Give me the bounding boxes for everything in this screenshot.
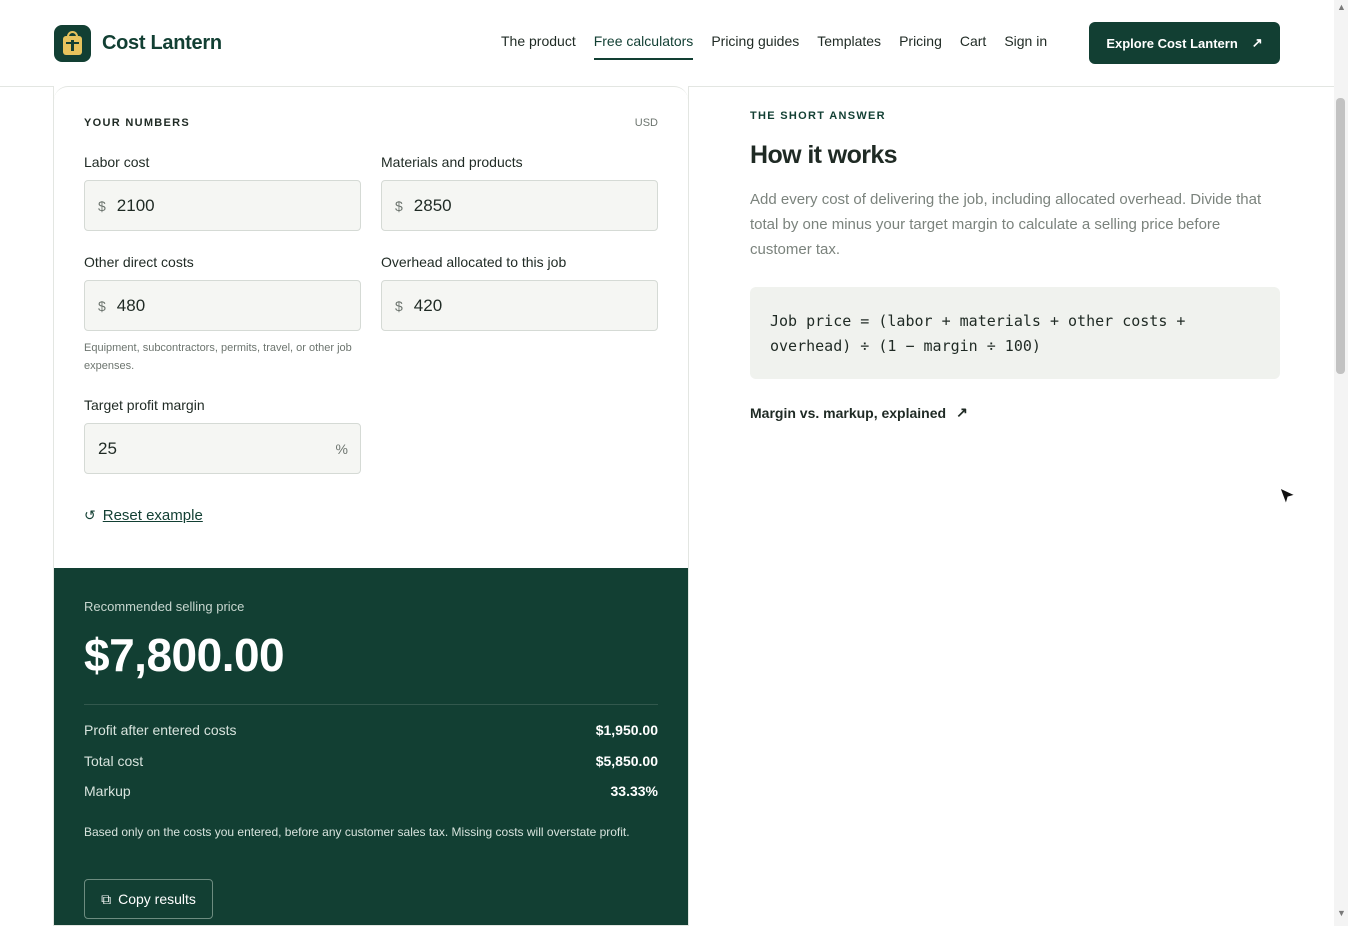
formula-line: overhead) ÷ (1 − margin ÷ 100) — [770, 337, 1041, 355]
result-row: Total cost $5,850.00 — [84, 753, 658, 784]
labor-cost-input[interactable]: $ 2100 — [84, 180, 361, 231]
overhead-field: Overhead allocated to this job $ 420 — [381, 254, 658, 331]
other-direct-costs-value: 480 — [116, 295, 146, 315]
other-costs-help: Equipment, subcontractors, permits, trav… — [84, 342, 352, 372]
reset-label: Reset example — [102, 507, 203, 524]
scrollbar-thumb[interactable] — [1336, 98, 1345, 374]
explainer-body: Add every cost of delivering the job, in… — [750, 191, 1262, 258]
currency-label: USD — [634, 117, 658, 129]
other-direct-costs-label: Other direct costs — [84, 254, 194, 270]
brand-logo[interactable]: Cost Lantern — [54, 25, 222, 62]
labor-cost-value: 2100 — [116, 195, 155, 215]
copy-results-button[interactable]: ⧉ Copy results — [84, 879, 213, 919]
result-rows: Profit after entered costs $1,950.00 Tot… — [84, 722, 658, 814]
overhead-value: 420 — [413, 295, 443, 315]
copy-results-label: Copy results — [118, 891, 196, 907]
target-margin-value: 25 — [98, 438, 117, 458]
overhead-label: Overhead allocated to this job — [381, 254, 567, 270]
result-label: Recommended selling price — [84, 599, 245, 614]
materials-value: 2850 — [413, 195, 452, 215]
percent-suffix: % — [335, 440, 348, 457]
result-row: Markup 33.33% — [84, 783, 658, 814]
materials-field: Materials and products $ 2850 — [381, 154, 658, 231]
nav-sign-in[interactable]: Sign in — [1004, 33, 1047, 60]
dollar-prefix: $ — [395, 297, 403, 314]
target-margin-field: Target profit margin 25 % — [84, 397, 361, 474]
dollar-prefix: $ — [98, 297, 106, 314]
scroll-down-icon[interactable]: ▼ — [1337, 908, 1346, 918]
labor-cost-label: Labor cost — [84, 154, 150, 170]
materials-label: Materials and products — [381, 154, 523, 170]
recommended-price: $7,800.00 — [84, 629, 285, 681]
lantern-logo-icon — [54, 25, 91, 62]
faded-banner — [54, 4, 734, 18]
main-nav: The product Free calculators Pricing gui… — [501, 33, 1065, 60]
page-scrollbar[interactable]: ▲ ▼ — [1334, 0, 1348, 926]
reset-example-link[interactable]: ↺ Reset example — [84, 507, 203, 524]
target-margin-label: Target profit margin — [84, 397, 205, 413]
result-row-value: $5,850.00 — [595, 752, 658, 769]
inputs-panel: YOUR NUMBERS USD Labor cost $ 2100 Mater… — [54, 86, 688, 568]
formula-line: Job price = (labor + materials + other c… — [770, 312, 1186, 330]
result-panel: Recommended selling price $7,800.00 Prof… — [54, 568, 688, 925]
result-row-label: Profit after entered costs — [84, 722, 237, 738]
explainer-title: How it works — [750, 141, 898, 169]
other-direct-costs-field: Other direct costs $ 480 — [84, 254, 361, 331]
margin-vs-markup-label: Margin vs. markup, explained — [750, 404, 947, 421]
result-row-label: Total cost — [84, 752, 144, 769]
labor-cost-field: Labor cost $ 2100 — [84, 154, 361, 231]
scroll-up-icon[interactable]: ▲ — [1337, 2, 1346, 12]
margin-vs-markup-link[interactable]: Margin vs. markup, explained ↗ — [750, 404, 1280, 421]
calculator-card: YOUR NUMBERS USD Labor cost $ 2100 Mater… — [53, 86, 689, 926]
nav-templates[interactable]: Templates — [817, 33, 881, 60]
result-row-label: Markup — [84, 783, 131, 799]
explainer-panel: THE SHORT ANSWER How it works Add every … — [750, 110, 1280, 421]
result-divider — [84, 704, 658, 705]
site-header: Cost Lantern The product Free calculator… — [0, 0, 1334, 87]
result-row-value: $1,950.00 — [595, 722, 658, 738]
nav-cart[interactable]: Cart — [960, 33, 986, 60]
cta-label: Explore Cost Lantern — [1106, 35, 1238, 51]
nav-pricing-guides[interactable]: Pricing guides — [711, 33, 799, 60]
nav-pricing[interactable]: Pricing — [899, 33, 942, 60]
copy-icon: ⧉ — [101, 890, 112, 907]
nav-free-calculators[interactable]: Free calculators — [593, 33, 694, 60]
target-margin-input[interactable]: 25 % — [84, 423, 361, 474]
result-row-value: 33.33% — [610, 783, 658, 799]
overhead-input[interactable]: $ 420 — [381, 280, 658, 331]
brand-name: Cost Lantern — [102, 32, 222, 54]
result-row: Profit after entered costs $1,950.00 — [84, 722, 658, 753]
mouse-cursor-icon — [1279, 487, 1297, 506]
dollar-prefix: $ — [395, 197, 403, 214]
nav-the-product[interactable]: The product — [501, 33, 576, 60]
other-direct-costs-input[interactable]: $ 480 — [84, 280, 361, 331]
arrow-up-right-icon: ↗ — [1251, 35, 1263, 50]
section-label: YOUR NUMBERS — [84, 117, 191, 129]
dollar-prefix: $ — [98, 197, 106, 214]
result-note: Based only on the costs you entered, bef… — [84, 825, 630, 839]
explainer-eyebrow: THE SHORT ANSWER — [750, 110, 886, 122]
formula-block: Job price = (labor + materials + other c… — [750, 287, 1280, 379]
reset-icon: ↺ — [84, 507, 96, 523]
explore-cost-lantern-button[interactable]: Explore Cost Lantern ↗ — [1089, 22, 1280, 64]
materials-input[interactable]: $ 2850 — [381, 180, 658, 231]
arrow-up-right-icon: ↗ — [956, 404, 968, 420]
